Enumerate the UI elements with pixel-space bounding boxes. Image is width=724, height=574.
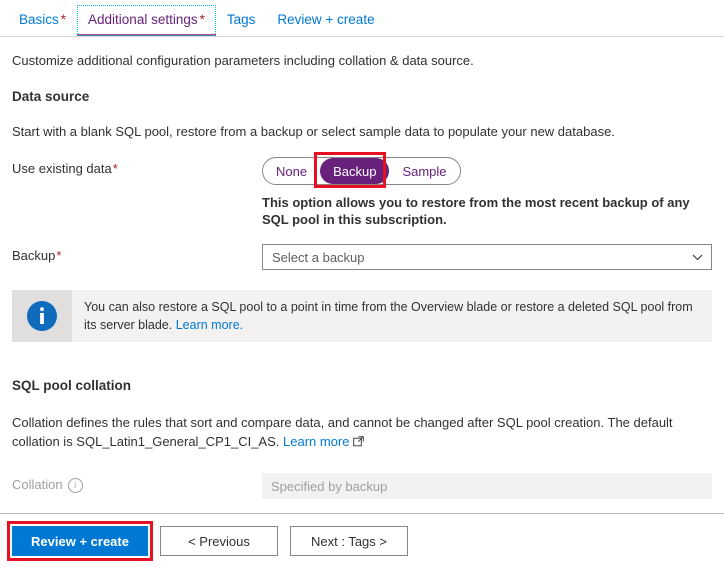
- use-existing-data-label-text: Use existing data: [12, 161, 112, 176]
- info-banner-learn-more-link[interactable]: Learn more.: [176, 318, 243, 332]
- footer-actions: Review + create < Previous Next : Tags >: [7, 521, 408, 561]
- chevron-down-icon: [692, 252, 703, 263]
- tab-tags-label: Tags: [226, 12, 256, 27]
- backup-label: Backup*: [12, 244, 262, 264]
- info-banner: You can also restore a SQL pool to a poi…: [12, 290, 712, 342]
- previous-button[interactable]: < Previous: [160, 526, 278, 556]
- backup-dropdown-value: Select a backup: [272, 249, 365, 265]
- tab-basics-label: Basics: [19, 12, 59, 27]
- choice-option-none[interactable]: None: [263, 158, 320, 184]
- tab-tags[interactable]: Tags: [216, 5, 267, 36]
- collation-heading: SQL pool collation: [12, 378, 132, 393]
- backup-label-text: Backup: [12, 248, 56, 263]
- tab-basics[interactable]: Basics *: [8, 5, 77, 36]
- collation-row: Collation i Specified by backup: [12, 473, 712, 499]
- next-tags-button[interactable]: Next : Tags >: [290, 526, 408, 556]
- info-circle-icon[interactable]: i: [67, 478, 83, 493]
- data-source-description: Start with a blank SQL pool, restore fro…: [12, 124, 615, 139]
- use-existing-data-field: None Backup Sample This option allows yo…: [262, 152, 712, 228]
- info-banner-icon-cell: [12, 290, 72, 342]
- page-intro-text: Customize additional configuration param…: [12, 53, 474, 68]
- tab-basics-required: *: [60, 12, 67, 27]
- choice-option-description: This option allows you to restore from t…: [262, 195, 690, 227]
- footer-divider: [0, 513, 724, 514]
- info-icon: [27, 301, 57, 331]
- collation-label: Collation i: [12, 473, 262, 493]
- collation-input-disabled: Specified by backup: [262, 473, 712, 499]
- choice-option-backup[interactable]: Backup: [320, 158, 390, 184]
- tab-review-create[interactable]: Review + create: [266, 5, 385, 36]
- wizard-tab-strip: Basics * Additional settings * Tags Review…: [0, 0, 724, 37]
- choice-option-sample[interactable]: Sample: [389, 158, 459, 184]
- form-content: Customize additional configuration param…: [0, 52, 724, 499]
- backup-field: Select a backup: [262, 244, 712, 270]
- backup-required: *: [56, 248, 62, 263]
- collation-input-value: Specified by backup: [271, 478, 388, 494]
- review-create-button-wrapper: Review + create: [7, 521, 153, 561]
- collation-description: Collation defines the rules that sort an…: [12, 413, 684, 451]
- backup-dropdown[interactable]: Select a backup: [262, 244, 712, 270]
- collation-label-text: Collation: [12, 477, 63, 492]
- data-source-heading: Data source: [12, 89, 90, 104]
- use-existing-data-choice-group: None Backup Sample: [262, 152, 461, 188]
- tab-additional-settings-label: Additional settings: [88, 12, 198, 27]
- tab-additional-settings-required: *: [199, 12, 205, 27]
- tab-additional-settings[interactable]: Additional settings *: [77, 5, 216, 36]
- segmented-control: None Backup Sample: [262, 157, 461, 185]
- use-existing-data-required: *: [112, 161, 118, 176]
- info-banner-body: You can also restore a SQL pool to a poi…: [72, 290, 712, 342]
- collation-learn-more-link[interactable]: Learn more: [283, 434, 349, 449]
- external-link-icon: [352, 436, 364, 447]
- review-create-button[interactable]: Review + create: [12, 526, 148, 556]
- use-existing-data-row: Use existing data* None Backup Sample Th…: [12, 152, 712, 228]
- use-existing-data-label: Use existing data*: [12, 157, 262, 177]
- tab-review-create-label: Review + create: [277, 12, 375, 27]
- collation-field: Specified by backup: [262, 473, 712, 499]
- backup-row: Backup* Select a backup: [12, 244, 712, 270]
